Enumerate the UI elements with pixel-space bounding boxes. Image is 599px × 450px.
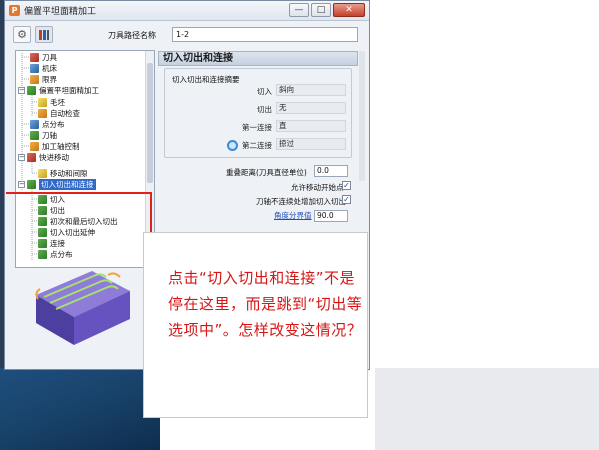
first-last-icon	[38, 217, 47, 226]
overlap-distance-label: 重叠距离(刀具直径单位)	[226, 168, 307, 177]
summary-lead-in-label: 切入	[257, 87, 272, 96]
tree-item-links[interactable]: 连接	[38, 238, 65, 249]
angle-threshold-input[interactable]: 90.0	[314, 210, 348, 222]
tree-item-label: 自动检查	[50, 109, 80, 118]
tree-item-label: 快进移动	[39, 153, 69, 162]
annotation-text: 点击“切入切出和连接”不是停在这里，而是跳到“切出等选项中”。怎样改变这情况？	[168, 269, 363, 339]
annotation-line-vertical	[150, 192, 152, 234]
toolpath-library-icon[interactable]	[35, 26, 53, 43]
settings-gear-icon[interactable]: ⚙	[13, 26, 31, 43]
limit-icon	[30, 75, 39, 84]
tree-item-tool-axis[interactable]: 刀轴	[30, 130, 57, 141]
summary-lead-in-value: 斜向	[276, 84, 346, 96]
tree-item-label: 切入切出延伸	[50, 228, 95, 237]
axis-control-icon	[30, 142, 39, 151]
tree-item-machine[interactable]: 机床	[30, 63, 57, 74]
axis-icon	[30, 131, 39, 140]
strategy-tree: 刀具 机床 限界 − 偏置平坦面精加工 毛坯 自动检查 点分布 刀轴 加工轴控制…	[15, 50, 155, 268]
tree-item-label: 限界	[42, 75, 57, 84]
tree-scroll-thumb[interactable]	[147, 63, 153, 183]
tree-item-leads-and-links[interactable]: − 切入切出和连接	[18, 179, 96, 190]
tree-item-lead-point-distribution[interactable]: 点分布	[38, 249, 73, 260]
lead-in-icon	[38, 195, 47, 204]
axis-discontinuity-label: 刀轴不连续处增加切入切出	[256, 197, 346, 206]
strategy-icon	[27, 86, 36, 95]
tree-item-label: 点分布	[42, 120, 65, 129]
tree-item-label: 刀轴	[42, 131, 57, 140]
collapse-icon[interactable]: −	[18, 154, 25, 161]
tree-item-label: 切入切出和连接	[39, 179, 96, 190]
tool-icon	[30, 53, 39, 62]
desktop-wallpaper	[0, 368, 160, 450]
tree-item-label: 加工轴控制	[42, 142, 80, 151]
machine-icon	[30, 64, 39, 73]
tree-item-point-distribution[interactable]: 点分布	[30, 119, 65, 130]
point-icon	[38, 250, 47, 259]
extension-icon	[38, 228, 47, 237]
overlap-distance-input[interactable]: 0.0	[314, 165, 348, 177]
tree-item-tool[interactable]: 刀具	[30, 52, 57, 63]
tree-item-label: 点分布	[50, 250, 73, 259]
check-icon	[38, 109, 47, 118]
tree-item-label: 机床	[42, 64, 57, 73]
tree-item-first-last-lead[interactable]: 初次和最后切入切出	[38, 216, 118, 227]
summary-lead-out-label: 切出	[257, 105, 272, 114]
link-icon	[38, 239, 47, 248]
close-button[interactable]: ✕	[333, 3, 365, 17]
allow-start-point-label: 允许移动开始点	[291, 183, 344, 192]
desktop-area	[375, 368, 599, 450]
summary-title: 切入切出和连接摘要	[172, 75, 240, 84]
summary-first-link-value: 直	[276, 120, 346, 132]
tree-item-lead-extension[interactable]: 切入切出延伸	[38, 227, 95, 238]
tree-item-label: 切入	[50, 195, 65, 204]
toolpath-name-label: 刀具路径名称	[108, 31, 156, 40]
tree-item-rapid-move[interactable]: − 快进移动	[18, 152, 69, 163]
tree-item-label: 刀具	[42, 53, 57, 62]
title-bar[interactable]: P 偏置平坦面精加工 — □ ✕	[5, 1, 369, 21]
tree-item-label: 初次和最后切入切出	[50, 217, 118, 226]
axis-discontinuity-checkbox[interactable]: ✓	[342, 195, 351, 204]
summary-first-link-label: 第一连接	[242, 123, 272, 132]
tree-item-label: 移动和间隙	[50, 169, 88, 178]
panel-scrollbar[interactable]	[359, 51, 365, 181]
app-icon: P	[9, 5, 20, 16]
tree-item-lead-out[interactable]: 切出	[38, 205, 65, 216]
move-icon	[38, 169, 47, 178]
tree-item-lead-in[interactable]: 切入	[38, 194, 65, 205]
stock-icon	[38, 98, 47, 107]
tree-item-label: 连接	[50, 239, 65, 248]
collapse-icon[interactable]: −	[18, 181, 25, 188]
rapid-icon	[27, 153, 36, 162]
strategy-preview-image	[35, 271, 130, 345]
tree-item-offset-flat-finishing[interactable]: − 偏置平坦面精加工	[18, 85, 99, 96]
tree-item-label: 毛坯	[50, 98, 65, 107]
tree-item-limit[interactable]: 限界	[30, 74, 57, 85]
annotation-line-horizontal	[6, 192, 152, 194]
tree-item-label: 偏置平坦面精加工	[39, 86, 99, 95]
tree-item-auto-check[interactable]: 自动检查	[38, 108, 80, 119]
panel-title: 切入切出和连接	[158, 51, 358, 66]
maximize-button[interactable]: □	[311, 3, 331, 17]
annotation-note: 点击“切入切出和连接”不是停在这里，而是跳到“切出等选项中”。怎样改变这情况？	[143, 232, 368, 418]
window-title: 偏置平坦面精加工	[24, 7, 97, 17]
toolpath-name-input[interactable]: 1-2	[172, 27, 358, 42]
tree-item-move-clearance[interactable]: 移动和间隙	[38, 168, 88, 179]
tree-item-stock[interactable]: 毛坯	[38, 97, 65, 108]
lead-out-icon	[38, 206, 47, 215]
allow-start-point-checkbox[interactable]: ✓	[342, 181, 351, 190]
summary-second-link-value: 掠过	[276, 138, 346, 150]
minimize-button[interactable]: —	[289, 3, 309, 17]
collapse-icon[interactable]: −	[18, 87, 25, 94]
angle-threshold-label[interactable]: 角度分界值	[274, 210, 312, 221]
summary-lead-out-value: 无	[276, 102, 346, 114]
tree-item-label: 切出	[50, 206, 65, 215]
tree-item-axis-control[interactable]: 加工轴控制	[30, 141, 80, 152]
summary-second-link-label: 第二连接	[242, 141, 272, 150]
point-icon	[30, 120, 39, 129]
lead-icon	[27, 180, 36, 189]
